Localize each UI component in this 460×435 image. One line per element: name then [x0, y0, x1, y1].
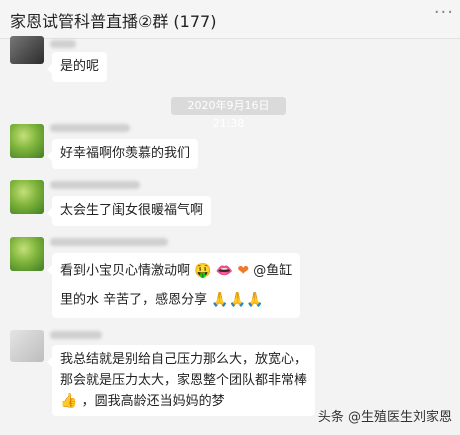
- sender-name: [50, 181, 140, 189]
- thumbs-up-icon: 👍: [60, 393, 78, 409]
- chat-title: 家恩试管科普直播②群 (177): [10, 12, 217, 31]
- mention: @鱼缸: [253, 263, 293, 279]
- message-text: ，圆我高龄还当妈妈的梦: [81, 394, 225, 409]
- avatar[interactable]: [10, 330, 44, 362]
- message-bubble: 看到小宝贝心情激动啊 🤑 👄 ❤ @鱼缸 里的水 辛苦了，感恩分享 🙏🙏🙏: [46, 253, 301, 318]
- watermark: 头条 @生殖医生刘家恩: [317, 410, 452, 425]
- sender-name: [50, 124, 130, 132]
- message-bubble: 是的呢: [46, 52, 108, 82]
- message-text: 太会生了闺女很暖福气啊: [60, 203, 204, 218]
- heart-icon: ❤: [237, 263, 250, 279]
- avatar[interactable]: [10, 237, 44, 271]
- more-icon[interactable]: ···: [434, 2, 454, 23]
- praying-hands-icon: 🙏🙏🙏: [211, 291, 264, 308]
- message-bubble: 好幸福啊你羡慕的我们: [46, 139, 199, 169]
- sender-name: [50, 40, 76, 48]
- lips-icon: 👄: [215, 263, 234, 279]
- message-text: 里的水 辛苦了，感恩分享: [60, 292, 208, 307]
- avatar[interactable]: [10, 36, 44, 64]
- message-text: 我总结就是别给自己压力那么大，放宽心，: [60, 352, 308, 367]
- money-face-icon: 🤑: [194, 263, 212, 279]
- timestamp: 2020年9月16日 21:38: [171, 97, 286, 130]
- message-text: 好幸福啊你羡慕的我们: [60, 146, 191, 161]
- message-bubble: 我总结就是别给自己压力那么大，放宽心， 那会就是压力太大，家恩整个团队都非常棒 …: [46, 345, 316, 416]
- chat-header: 家恩试管科普直播②群 (177) ···: [0, 0, 460, 39]
- message-text: 看到小宝贝心情激动啊: [60, 263, 191, 279]
- message-bubble: 太会生了闺女很暖福气啊: [46, 196, 212, 226]
- message-text: 是的呢: [60, 59, 100, 74]
- sender-name: [50, 331, 102, 339]
- sender-name: [50, 238, 168, 246]
- avatar[interactable]: [10, 180, 44, 214]
- message-text: 那会就是压力太大，家恩整个团队都非常棒: [60, 373, 308, 388]
- avatar[interactable]: [10, 124, 44, 158]
